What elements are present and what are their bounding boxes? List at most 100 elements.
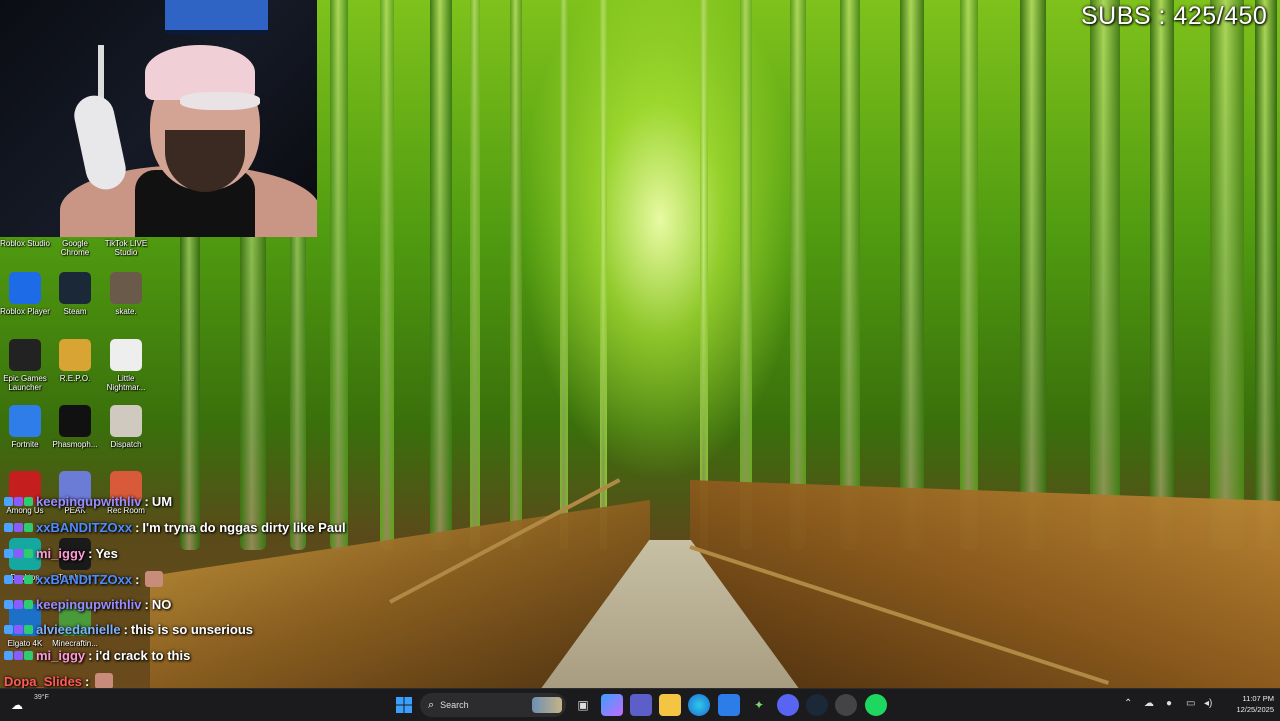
bamboo-stalk bbox=[1020, 0, 1046, 550]
badge-icon bbox=[14, 625, 23, 634]
file-explorer-icon[interactable] bbox=[659, 694, 681, 716]
desktop-icon-label: R.E.P.O. bbox=[59, 374, 91, 383]
obs-icon[interactable] bbox=[835, 694, 857, 716]
show-hidden-icons[interactable]: ⌃ bbox=[1124, 698, 1132, 709]
app-icon[interactable]: ✦ bbox=[748, 694, 770, 716]
chat-username: mi_iggy bbox=[36, 546, 86, 561]
desktop-icon-label: skate. bbox=[115, 307, 137, 316]
badge-icon bbox=[24, 651, 33, 660]
desktop-icon-label: Minecraftin... bbox=[52, 639, 98, 648]
weather-temp[interactable]: 39°F bbox=[34, 694, 49, 701]
task-view-icon[interactable]: ▣ bbox=[572, 694, 594, 716]
bamboo-stalk bbox=[560, 0, 568, 550]
network-icon[interactable]: ▭ bbox=[1186, 698, 1195, 709]
bamboo-stalk bbox=[1090, 0, 1120, 550]
desktop-icon-little-nightmares[interactable]: Little Nightmar... bbox=[101, 339, 151, 392]
mic-arm bbox=[98, 45, 104, 100]
bamboo-stalk bbox=[1255, 0, 1277, 550]
badge-icon bbox=[4, 523, 13, 532]
store-icon[interactable] bbox=[718, 694, 740, 716]
badge-icon bbox=[4, 625, 13, 634]
epic-games-icon bbox=[9, 339, 41, 371]
taskbar-search[interactable]: ⌕ Search bbox=[420, 693, 566, 717]
chat-badges bbox=[4, 574, 33, 584]
desktop-icon-label: Roblox Player bbox=[0, 307, 50, 316]
chat-separator: : bbox=[88, 648, 93, 663]
chat-text: Yes bbox=[95, 546, 118, 561]
desktop-icon-steam[interactable]: Steam bbox=[50, 272, 100, 316]
bamboo-stalk bbox=[960, 0, 978, 550]
clock-time: 11:07 PM bbox=[1242, 694, 1274, 703]
volume-icon[interactable]: ◂) bbox=[1204, 698, 1212, 709]
desktop-icon-label: Fortnite bbox=[11, 440, 39, 449]
desktop-icon-phasmophobia[interactable]: Phasmoph... bbox=[50, 405, 100, 449]
chat-message: keepingupwithliv : NO bbox=[4, 597, 171, 612]
chat-separator: : bbox=[85, 673, 90, 689]
bamboo-stalk bbox=[330, 0, 348, 550]
start-button[interactable] bbox=[393, 694, 415, 716]
roblox-player-icon bbox=[9, 272, 41, 304]
bamboo-stalk bbox=[510, 0, 522, 550]
desktop-icon-skate[interactable]: skate. bbox=[101, 272, 151, 316]
streamer-cap-brim bbox=[180, 92, 260, 110]
chat-username: xxBANDITZOxx bbox=[36, 520, 133, 535]
background-monitor bbox=[165, 0, 268, 34]
chat-separator: : bbox=[144, 597, 149, 612]
desktop-icon-chrome[interactable]: Google Chrome bbox=[50, 204, 100, 257]
chat-message: mi_iggy : i'd crack to this bbox=[4, 648, 190, 663]
bamboo-stalk bbox=[470, 0, 480, 550]
badge-icon bbox=[4, 549, 13, 558]
bamboo-stalk bbox=[1210, 0, 1244, 550]
spotify-icon[interactable] bbox=[865, 694, 887, 716]
chat-separator: : bbox=[123, 622, 128, 637]
weather-icon[interactable]: ☁ bbox=[6, 694, 28, 716]
desktop-icon-repo[interactable]: R.E.P.O. bbox=[50, 339, 100, 383]
chat-badges bbox=[4, 625, 33, 634]
fortnite-icon bbox=[9, 405, 41, 437]
desktop-icon-dispatch[interactable]: Dispatch bbox=[101, 405, 151, 449]
bamboo-stalk bbox=[900, 0, 924, 550]
subs-counter: SUBS : 425/450 bbox=[1081, 2, 1268, 30]
chat-message: alvieedanielle : this is so unserious bbox=[4, 622, 253, 637]
chat-username: keepingupwithliv bbox=[36, 597, 142, 612]
desktop-icon-roblox-studio[interactable]: Roblox Studio bbox=[0, 204, 50, 248]
desktop-icon-roblox-player[interactable]: Roblox Player bbox=[0, 272, 50, 316]
onedrive-icon[interactable]: ☁ bbox=[1144, 698, 1154, 709]
clock-date: 12/25/2025 bbox=[1236, 705, 1274, 714]
dispatch-icon bbox=[110, 405, 142, 437]
steam-taskbar-icon[interactable] bbox=[806, 694, 828, 716]
desktop-icon-epic-games[interactable]: Epic Games Launcher bbox=[0, 339, 50, 392]
little-nightmares-icon bbox=[110, 339, 142, 371]
chat-message: xxBANDITZOxx : I'm tryna do nggas dirty … bbox=[4, 520, 346, 535]
chat-separator: : bbox=[88, 546, 93, 561]
badge-icon bbox=[14, 651, 23, 660]
search-placeholder: Search bbox=[440, 700, 469, 710]
microphone-icon[interactable]: ● bbox=[1166, 698, 1172, 709]
copilot-icon[interactable] bbox=[601, 694, 623, 716]
desktop-icon-label: Epic Games Launcher bbox=[3, 374, 47, 392]
discord-icon[interactable] bbox=[777, 694, 799, 716]
windows-logo-icon bbox=[396, 697, 412, 713]
chat-badges bbox=[4, 497, 33, 506]
bamboo-stalk bbox=[600, 0, 607, 550]
desktop-icon-tiktok-live[interactable]: TikTok LIVE Studio bbox=[101, 204, 151, 257]
badge-icon bbox=[4, 497, 13, 506]
steam-icon bbox=[59, 272, 91, 304]
search-icon: ⌕ bbox=[428, 698, 435, 711]
bamboo-stalk bbox=[430, 0, 452, 550]
bamboo-stalk bbox=[740, 0, 752, 550]
chat-badges bbox=[4, 523, 33, 532]
teams-icon[interactable] bbox=[630, 694, 652, 716]
edge-icon[interactable] bbox=[688, 694, 710, 716]
desktop-icon-fortnite[interactable]: Fortnite bbox=[0, 405, 50, 449]
chat-username: xxBANDITZOxx bbox=[36, 571, 133, 587]
badge-icon bbox=[4, 600, 13, 609]
taskbar-clock[interactable]: 11:07 PM 12/25/2025 bbox=[1222, 693, 1274, 715]
desktop-icon-label: Steam bbox=[63, 307, 87, 316]
chat-username: Dopa_Slides bbox=[4, 673, 83, 689]
repo-icon bbox=[59, 339, 91, 371]
badge-icon bbox=[24, 523, 33, 532]
chat-emote-icon bbox=[95, 673, 114, 689]
microphone bbox=[70, 91, 130, 194]
search-highlight-image bbox=[532, 697, 562, 713]
